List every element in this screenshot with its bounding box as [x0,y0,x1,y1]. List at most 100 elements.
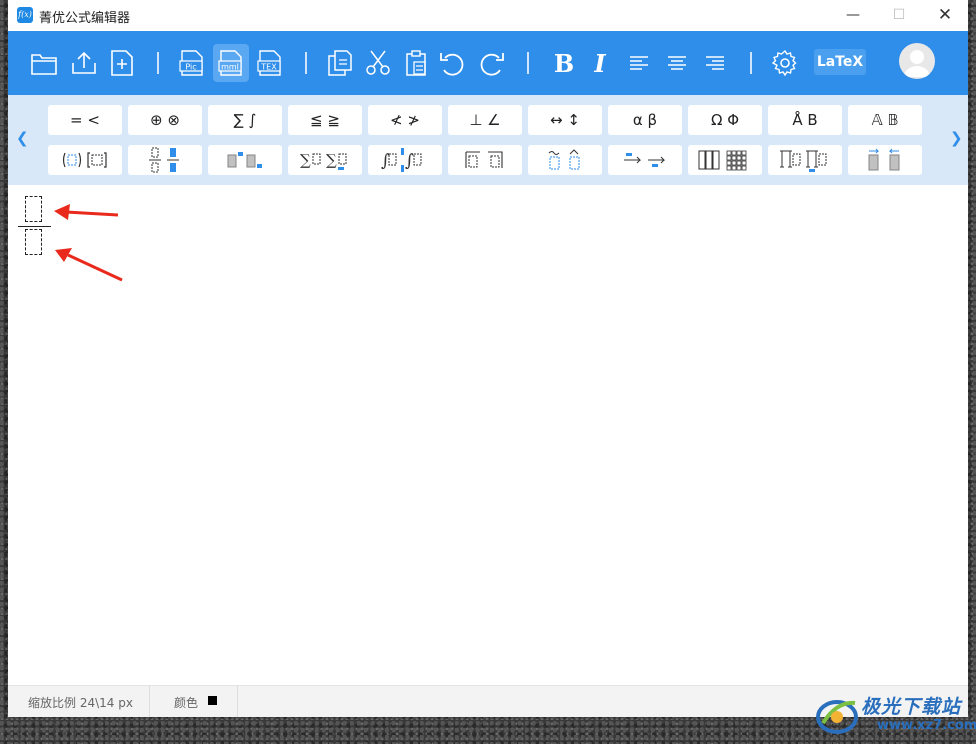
palette-accent-template[interactable] [528,145,602,175]
gear-icon [772,50,797,76]
toolbar-separator [305,52,307,74]
editor-window: f(x) 菁优公式编辑器 — ☐ ✕ Pic mml TEX B I LaTeX… [8,0,968,717]
palette-greek-upper[interactable]: Ω Φ [688,105,762,135]
export-pic-button[interactable]: Pic [174,44,210,82]
new-file-button[interactable] [104,44,140,82]
undo-icon [440,53,464,76]
vector-template-icon [868,148,900,171]
maximize-button[interactable]: ☐ [876,0,922,31]
script-template-icon [227,152,262,168]
export-mml-button[interactable]: mml [213,44,249,82]
title-bar: f(x) 菁优公式编辑器 — ☐ ✕ [8,0,968,31]
italic-button[interactable]: I [582,44,618,82]
minimize-button[interactable]: — [830,0,876,31]
brackets-template-icon [62,152,107,168]
toolbar-separator [750,52,752,74]
svg-text:∫: ∫ [405,151,414,171]
palette-letters[interactable]: Å B [768,105,842,135]
upload-button[interactable] [66,44,102,82]
palette-relations[interactable]: = < [48,105,122,135]
redo-button[interactable] [473,44,509,82]
export-tex-button[interactable]: TEX [252,44,288,82]
site-watermark: 极光下载站 www.xz7.com [815,691,976,741]
palette-overline-template[interactable] [448,145,522,175]
watermark-url: www.xz7.com [877,718,976,733]
tex-file-icon: TEX [257,50,281,76]
bold-button[interactable]: B [546,44,582,82]
palette-vector-template[interactable] [848,145,922,175]
palette-greek-lower[interactable]: α β [608,105,682,135]
palette-prev-arrow[interactable]: ❮ [16,129,29,147]
formula-canvas[interactable] [8,185,968,685]
palette-product-template[interactable] [768,145,842,175]
mml-file-icon: mml [218,50,242,76]
color-swatch[interactable] [208,696,217,705]
svg-text:mml: mml [221,63,239,72]
matrix-template-icon [698,150,747,171]
status-separator [149,686,150,717]
symbol-palette: ❮ ❯ = < ⊕ ⊗ ∑ ∫ ≦ ≧ ≮ ≯ ⊥ ∠ ↔ ↕ α β Ω Φ … [8,95,968,185]
summation-template-icon: ∑ ∑ [300,151,347,170]
svg-text:Pic: Pic [185,63,196,72]
palette-script-template[interactable] [208,145,282,175]
fraction-bar [18,226,51,227]
main-toolbar: Pic mml TEX B I LaTeX [8,31,968,95]
palette-next-arrow[interactable]: ❯ [950,129,963,147]
palette-operators[interactable]: ⊕ ⊗ [128,105,202,135]
denominator-placeholder[interactable] [25,229,42,255]
window-title: 菁优公式编辑器 [39,11,131,26]
overline-template-icon [465,151,503,168]
palette-blackboard[interactable]: 𝔸 𝔹 [848,105,922,135]
svg-text:TEX: TEX [260,63,277,72]
palette-inequalities[interactable]: ≦ ≧ [288,105,362,135]
numerator-placeholder[interactable] [25,196,42,222]
new-file-icon [111,50,133,76]
palette-matrix-template[interactable] [688,145,762,175]
folder-icon [31,54,57,75]
arrow-template-icon [624,153,666,167]
copy-icon [328,50,352,76]
align-right-icon [706,56,724,70]
upload-icon [72,51,96,74]
align-center-button[interactable] [659,44,695,82]
product-template-icon [780,150,827,172]
annotation-arrows [54,204,123,282]
svg-text:∑: ∑ [326,151,337,169]
close-button[interactable]: ✕ [922,0,968,31]
app-logo-icon: f(x) [17,7,33,23]
toolbar-separator [157,52,159,74]
palette-fraction-template[interactable] [128,145,202,175]
align-center-icon [668,56,686,70]
align-left-button[interactable] [621,44,657,82]
pic-file-icon: Pic [179,50,203,76]
palette-sum-integral[interactable]: ∑ ∫ [208,105,282,135]
fraction-template-icon [149,147,179,173]
palette-negations[interactable]: ≮ ≯ [368,105,442,135]
user-avatar[interactable] [899,43,935,79]
palette-geometry[interactable]: ⊥ ∠ [448,105,522,135]
undo-button[interactable] [435,44,471,82]
watermark-text: 极光下载站 [861,696,962,718]
palette-integral-template[interactable]: ∫ ∫ [368,145,442,175]
palette-summation-template[interactable]: ∑ ∑ [288,145,362,175]
cut-button[interactable] [360,44,396,82]
paste-button[interactable] [398,44,434,82]
align-right-button[interactable] [697,44,733,82]
status-separator [237,686,238,717]
clipboard-icon [406,50,426,76]
palette-arrows[interactable]: ↔ ↕ [528,105,602,135]
open-folder-button[interactable] [26,44,62,82]
watermark-logo-icon [816,700,858,734]
palette-brackets-template[interactable] [48,145,122,175]
color-label: 颜色 [174,696,199,710]
accent-template-icon [548,149,580,170]
settings-button[interactable] [767,44,803,82]
integral-template-icon: ∫ ∫ [381,148,422,172]
scissors-icon [366,50,390,75]
latex-button[interactable]: LaTeX [814,49,866,75]
zoom-status: 缩放比例 24\14 px [28,696,133,710]
palette-arrow-template[interactable] [608,145,682,175]
copy-button[interactable] [322,44,358,82]
user-icon [904,50,930,77]
toolbar-separator [527,52,529,74]
